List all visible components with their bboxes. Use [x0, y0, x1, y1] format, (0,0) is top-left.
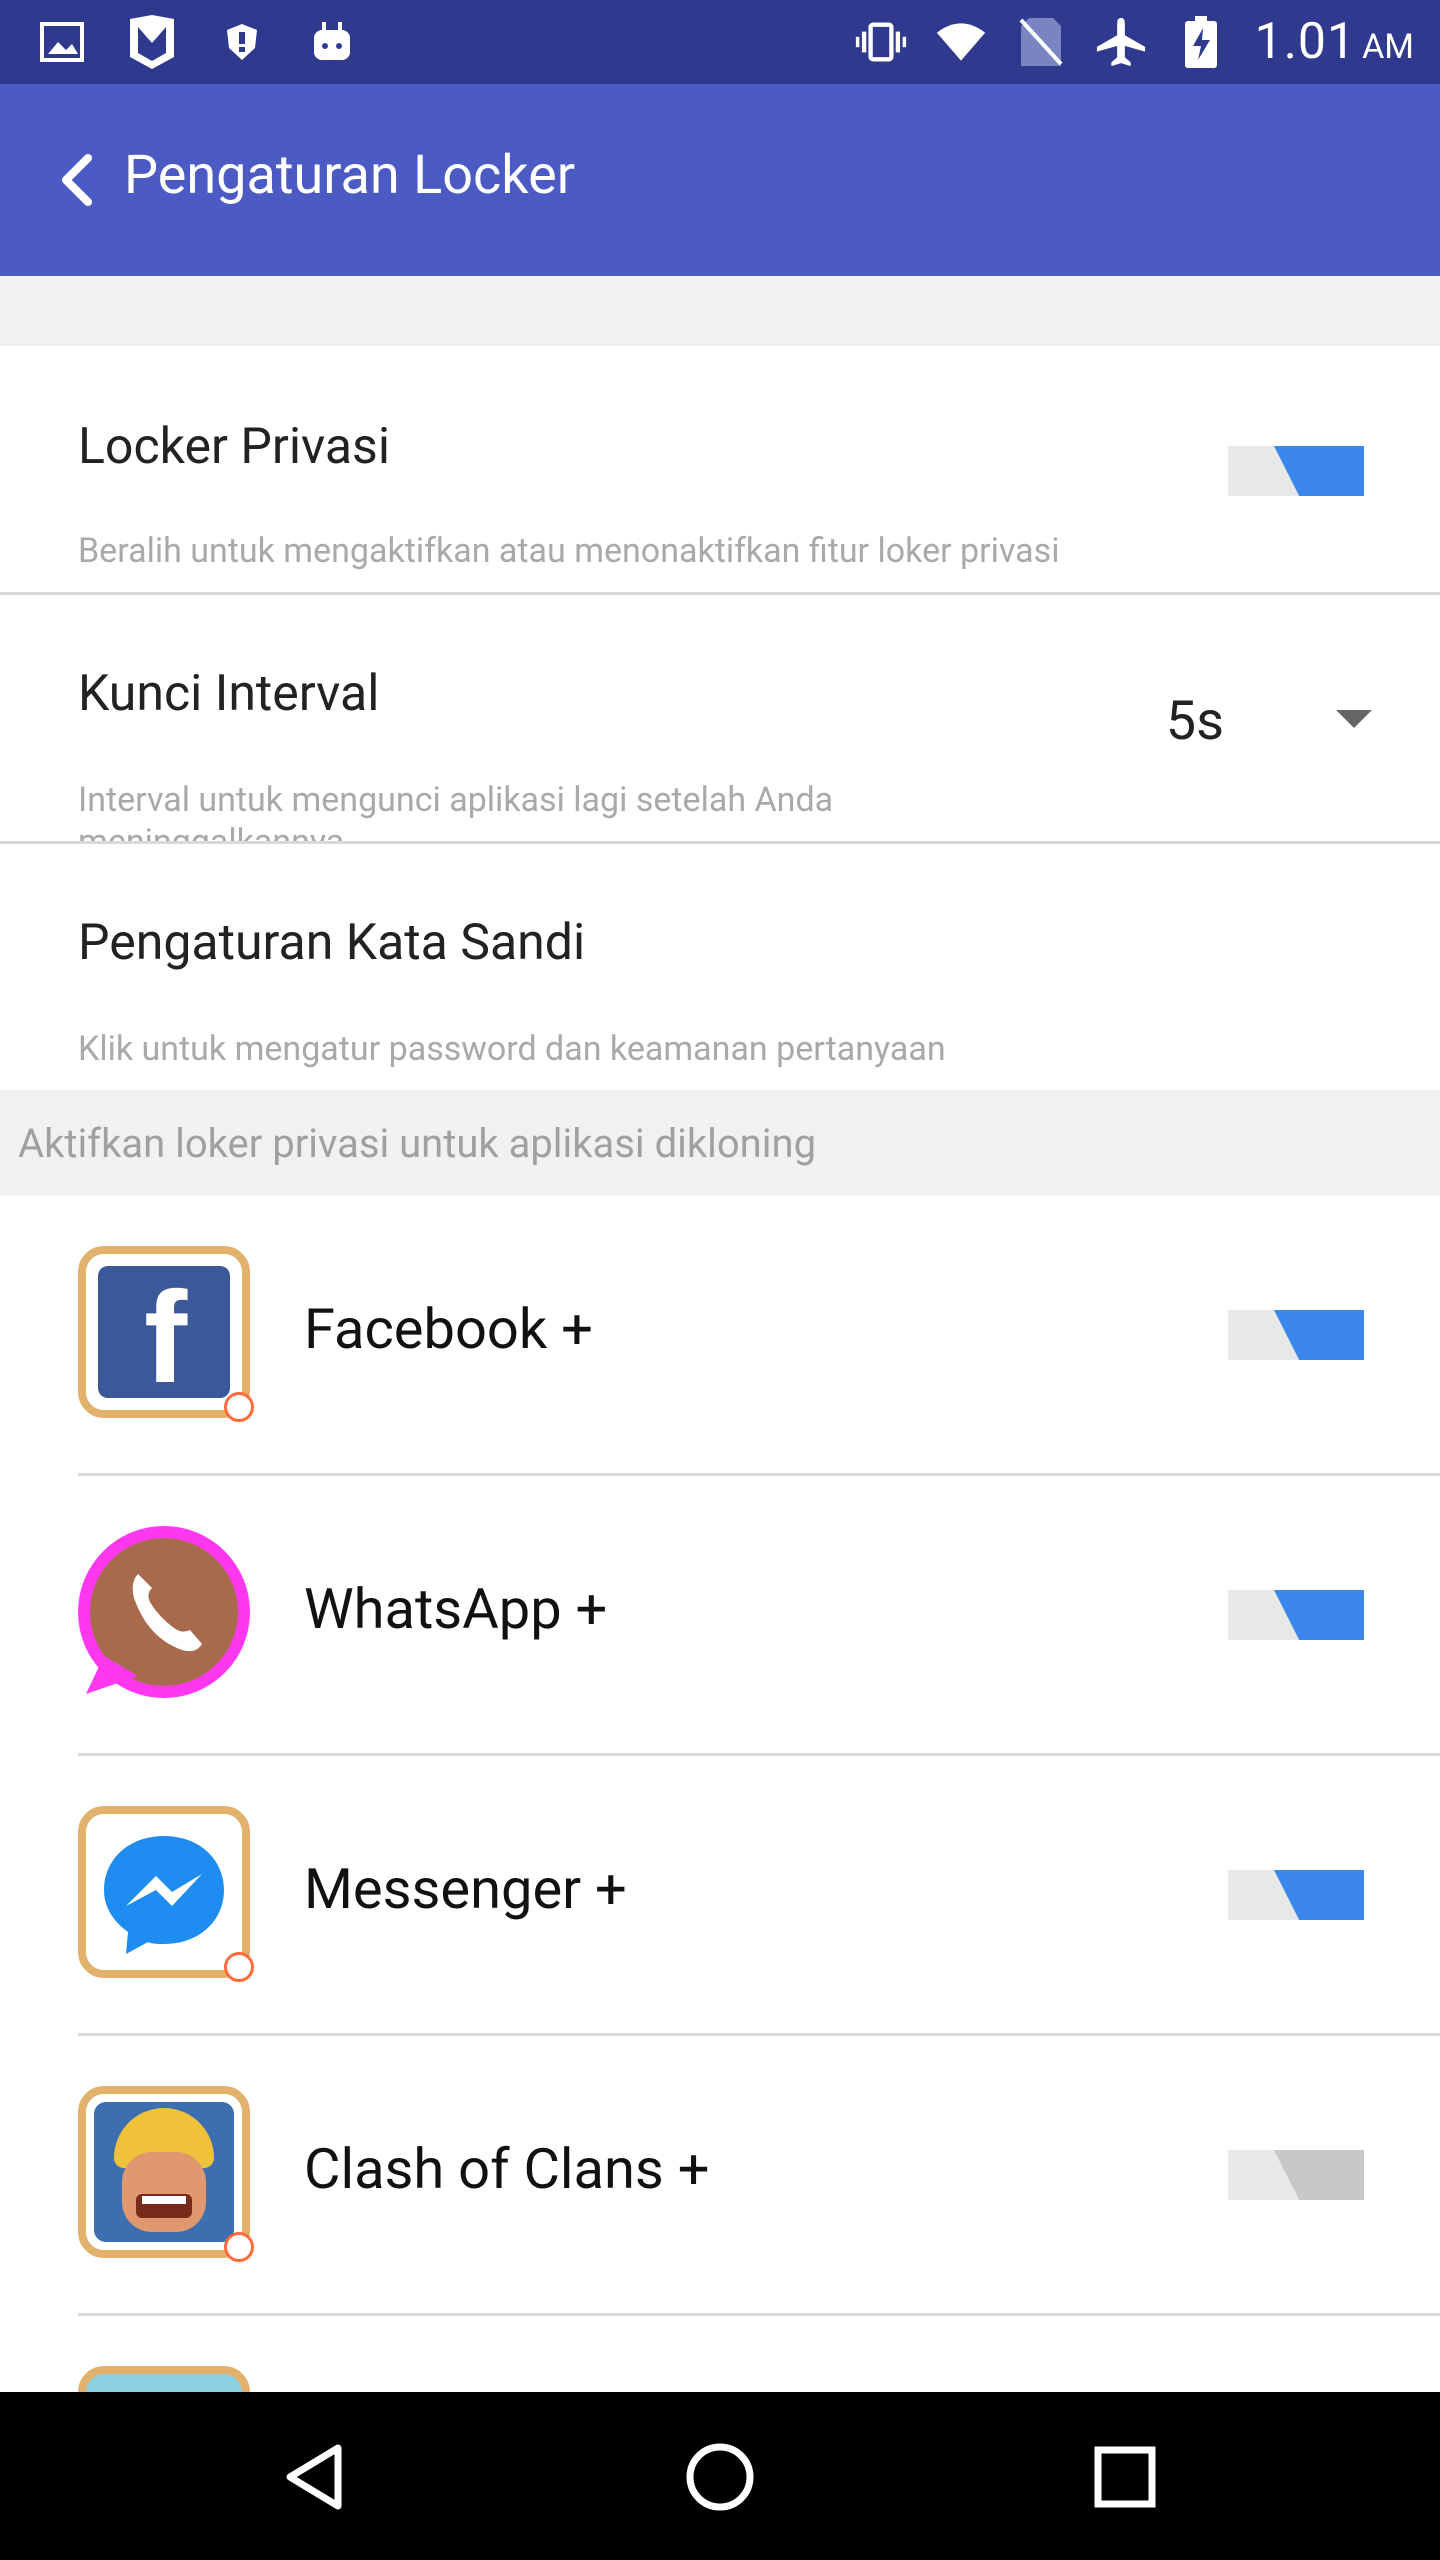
app-row-clash-of-clans[interactable]: Clash of Clans +: [0, 2036, 1440, 2316]
security-icon: [216, 16, 268, 68]
setting-password[interactable]: Pengaturan Kata Sandi Klik untuk mengatu…: [0, 844, 1440, 1090]
app-row-whatsapp[interactable]: WhatsApp +: [0, 1476, 1440, 1756]
clock-time: 1.01: [1254, 13, 1357, 71]
battery-charging-icon: [1175, 16, 1227, 68]
status-bar: 1.01 AM: [0, 0, 1440, 84]
facebook-lock-toggle[interactable]: [1228, 1310, 1364, 1360]
app-name: Messenger +: [304, 1856, 627, 1922]
app-name: Clash of Clans +: [304, 2136, 710, 2202]
app-name: Facebook +: [304, 1296, 593, 1362]
top-spacer: [0, 276, 1440, 346]
section-header-label: Aktifkan loker privasi untuk aplikasi di…: [18, 1120, 817, 1167]
app-bar: Pengaturan Locker: [0, 84, 1440, 276]
whatsapp-lock-toggle[interactable]: [1228, 1590, 1364, 1640]
circle-home-icon: [686, 2443, 754, 2511]
setting-subtitle: Beralih untuk mengaktifkan atau menonakt…: [78, 531, 1060, 571]
back-button[interactable]: [36, 140, 116, 220]
app-name: WhatsApp +: [304, 1576, 608, 1642]
setting-subtitle: Interval untuk mengunci aplikasi lagi se…: [78, 780, 834, 841]
android-icon: [306, 16, 358, 68]
chevron-left-icon: [62, 154, 92, 206]
app-row-messenger[interactable]: Messenger +: [0, 1756, 1440, 2036]
shield-m-icon: [126, 15, 178, 69]
vibrate-icon: [855, 16, 907, 68]
setting-privacy-locker[interactable]: Locker Privasi Beralih untuk mengaktifka…: [0, 346, 1440, 594]
whatsapp-icon: [78, 1526, 250, 1698]
nav-back-button[interactable]: [270, 2432, 360, 2522]
setting-title: Kunci Interval: [78, 665, 380, 723]
clash-of-clans-lock-toggle[interactable]: [1228, 2150, 1364, 2200]
nav-recents-button[interactable]: [1080, 2432, 1170, 2522]
messenger-lock-toggle[interactable]: [1228, 1870, 1364, 1920]
wifi-icon: [935, 16, 987, 68]
divider: [78, 2313, 1440, 2316]
clash-of-clans-icon: [78, 2086, 254, 2262]
clock-ampm: AM: [1362, 27, 1414, 67]
page-title: Pengaturan Locker: [124, 144, 576, 207]
facebook-icon: f: [78, 1246, 254, 1422]
no-sim-icon: [1015, 16, 1067, 68]
setting-subtitle: Klik untuk mengatur password dan keamana…: [78, 1029, 946, 1069]
privacy-locker-toggle[interactable]: [1228, 446, 1364, 496]
next-app-icon-partial: [78, 2366, 250, 2392]
setting-title: Pengaturan Kata Sandi: [78, 914, 586, 972]
square-recents-icon: [1094, 2446, 1156, 2508]
app-row-facebook[interactable]: f Facebook +: [0, 1196, 1440, 1476]
nav-home-button[interactable]: [675, 2432, 765, 2522]
gallery-icon: [36, 16, 88, 68]
interval-value-select[interactable]: 5s: [1166, 690, 1224, 753]
messenger-icon: [78, 1806, 254, 1982]
triangle-back-icon: [286, 2444, 342, 2510]
setting-lock-interval[interactable]: Kunci Interval Interval untuk mengunci a…: [0, 595, 1440, 841]
setting-title: Locker Privasi: [78, 418, 390, 476]
clock: 1.01 AM: [1255, 13, 1414, 71]
section-header: Aktifkan loker privasi untuk aplikasi di…: [0, 1090, 1440, 1196]
airplane-icon: [1095, 16, 1147, 68]
navigation-bar: [0, 2392, 1440, 2560]
dropdown-arrow-icon[interactable]: [1336, 710, 1372, 728]
